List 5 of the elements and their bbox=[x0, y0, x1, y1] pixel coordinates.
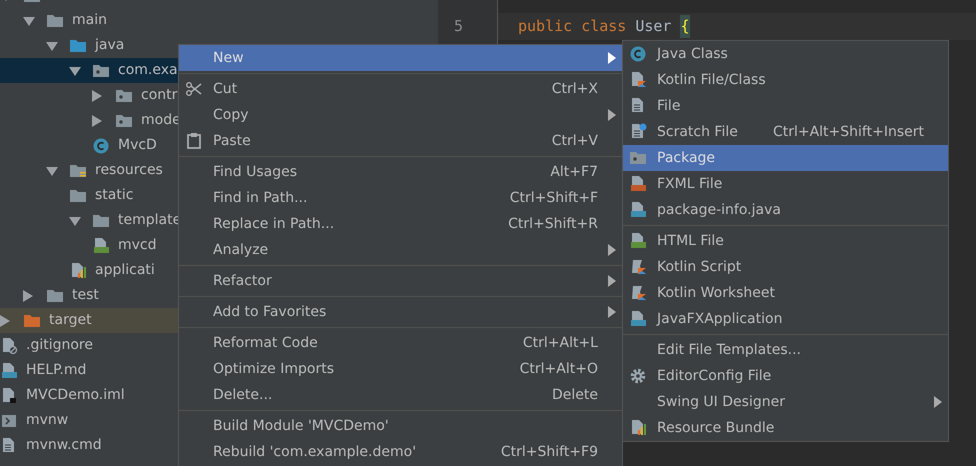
code-token: public bbox=[518, 16, 572, 38]
code-token: class bbox=[581, 16, 626, 38]
code-token: { bbox=[680, 15, 690, 38]
code-token: User bbox=[635, 16, 672, 38]
line-number: 5 bbox=[454, 16, 464, 37]
